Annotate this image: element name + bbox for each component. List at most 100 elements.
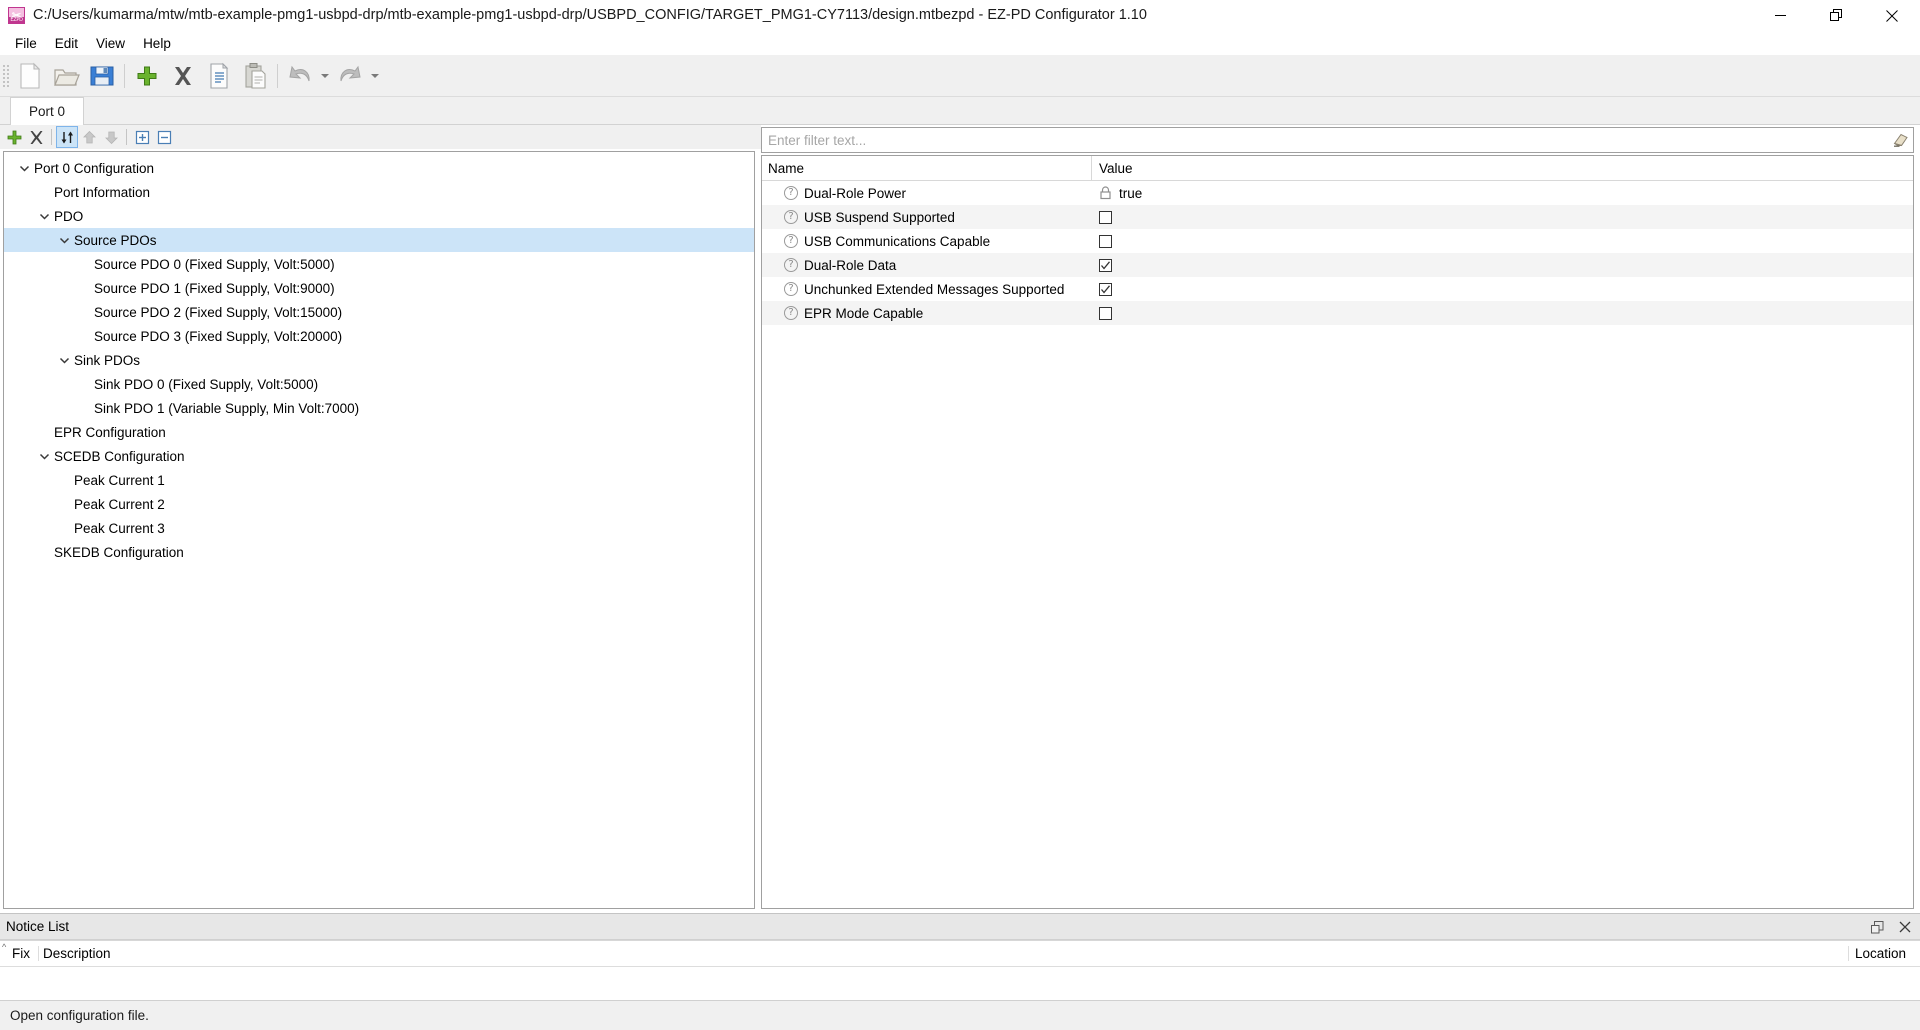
tree-remove-button[interactable] [25,126,47,148]
help-question-icon[interactable]: ? [784,186,798,200]
property-value-cell[interactable] [1092,234,1913,248]
property-name-cell: ? Dual-Role Power [762,186,1092,201]
tree-node[interactable]: Port Information [4,180,754,204]
property-row[interactable]: ? Dual-Role Data [762,253,1913,277]
minimize-button[interactable] [1752,0,1808,31]
tree-sort-button[interactable] [56,126,78,148]
redo-button[interactable] [332,58,368,94]
menu-view[interactable]: View [87,34,134,53]
tree-twisty-toggle[interactable] [54,228,74,252]
undo-dropdown-caret[interactable] [318,58,332,94]
tree-twisty-toggle[interactable] [54,348,74,372]
property-checkbox[interactable] [1099,258,1112,272]
menu-edit[interactable]: Edit [46,34,87,53]
tree-toolbar [0,125,761,149]
property-checkbox[interactable] [1099,306,1112,320]
open-file-button[interactable] [48,58,84,94]
property-row[interactable]: ? EPR Mode Capable [762,301,1913,325]
property-value-cell[interactable] [1092,282,1913,296]
delete-button[interactable] [165,58,201,94]
tree-node[interactable]: PDO [4,204,754,228]
property-checkbox[interactable] [1099,282,1112,296]
tree-node[interactable]: SKEDB Configuration [4,540,754,564]
new-file-icon [20,62,41,89]
properties-table: Name Value ? Dual-Role Power true ? USB Susp… [761,155,1914,909]
close-panel-icon [1899,921,1911,933]
tree-move-down-button[interactable] [100,126,122,148]
property-row[interactable]: ? USB Communications Capable [762,229,1913,253]
properties-pane: Name Value ? Dual-Role Power true ? USB Susp… [761,125,1920,913]
tree-node[interactable]: Sink PDOs [4,348,754,372]
property-value-cell[interactable] [1092,210,1913,224]
property-value-cell[interactable] [1092,258,1913,272]
tree-twisty-toggle[interactable] [14,156,34,180]
menu-help[interactable]: Help [134,34,180,53]
column-header-name[interactable]: Name [762,156,1092,181]
tree-node[interactable]: Source PDO 3 (Fixed Supply, Volt:20000) [4,324,754,348]
property-value-cell[interactable] [1092,306,1913,320]
tree-node[interactable]: Source PDO 2 (Fixed Supply, Volt:15000) [4,300,754,324]
tree-add-button[interactable] [3,126,25,148]
tree-move-up-button[interactable] [78,126,100,148]
tree-pane: Port 0 Configuration Port Information PDO S… [0,125,761,913]
maximize-button[interactable] [1808,0,1864,31]
tree-node[interactable]: Source PDO 1 (Fixed Supply, Volt:9000) [4,276,754,300]
tree-node[interactable]: Source PDO 0 (Fixed Supply, Volt:5000) [4,252,754,276]
notice-list-header: ^ Fix Description Location [0,941,1920,967]
close-button[interactable] [1864,0,1920,31]
notice-column-description[interactable]: Description [38,946,1848,961]
filter-clear-button[interactable] [1887,128,1913,152]
redo-dropdown-caret[interactable] [368,58,382,94]
tree-node[interactable]: Peak Current 3 [4,516,754,540]
tree-node-label: Source PDO 0 (Fixed Supply, Volt:5000) [94,256,335,272]
undo-button[interactable] [282,58,318,94]
tree-node[interactable]: Sink PDO 0 (Fixed Supply, Volt:5000) [4,372,754,396]
tree-node-label: SCEDB Configuration [54,448,185,464]
tree-node[interactable]: Source PDOs [4,228,754,252]
property-row[interactable]: ? Unchunked Extended Messages Supported [762,277,1913,301]
tab-port-0[interactable]: Port 0 [10,97,85,125]
property-checkbox[interactable] [1099,234,1112,248]
property-value-cell[interactable]: true [1092,186,1913,201]
help-question-icon[interactable]: ? [784,210,798,224]
tree-node[interactable]: EPR Configuration [4,420,754,444]
property-row[interactable]: ? Dual-Role Power true [762,181,1913,205]
property-row[interactable]: ? USB Suspend Supported [762,205,1913,229]
tree-node-label: Peak Current 1 [74,472,165,488]
property-checkbox[interactable] [1099,210,1112,224]
help-question-icon[interactable]: ? [784,306,798,320]
tree-collapse-all-button[interactable] [153,126,175,148]
new-file-button[interactable] [12,58,48,94]
tree-node-label: Port Information [54,184,151,200]
property-name-label: Dual-Role Data [804,257,897,273]
tree-twisty-toggle[interactable] [34,444,54,468]
status-message: Open configuration file. [10,1008,149,1023]
copy-button[interactable] [201,58,237,94]
save-button[interactable] [84,58,120,94]
notice-close-button[interactable] [1896,918,1914,936]
paste-button[interactable] [237,58,273,94]
tree-twisty-placeholder [74,300,94,324]
filter-input[interactable] [762,128,1887,152]
tree-twisty-toggle[interactable] [34,204,54,228]
column-header-value[interactable]: Value [1092,156,1913,181]
tree-expand-all-button[interactable] [131,126,153,148]
tree-node[interactable]: SCEDB Configuration [4,444,754,468]
tree-node[interactable]: Peak Current 2 [4,492,754,516]
chevron-down-icon [59,357,69,364]
tree-node[interactable]: Peak Current 1 [4,468,754,492]
help-question-icon[interactable]: ? [784,234,798,248]
configuration-tree[interactable]: Port 0 Configuration Port Information PDO S… [3,151,755,909]
help-question-icon[interactable]: ? [784,258,798,272]
tree-node[interactable]: Port 0 Configuration [4,156,754,180]
tree-node[interactable]: Sink PDO 1 (Variable Supply, Min Volt:70… [4,396,754,420]
toolbar-grip[interactable] [2,63,10,88]
property-name-label: USB Communications Capable [804,233,991,249]
menu-file[interactable]: File [6,34,46,53]
notice-column-location[interactable]: Location [1848,946,1920,961]
property-name-label: Dual-Role Power [804,185,907,201]
add-button[interactable] [129,58,165,94]
help-question-icon[interactable]: ? [784,282,798,296]
notice-restore-button[interactable] [1868,918,1886,936]
tree-node-label: Peak Current 2 [74,496,165,512]
